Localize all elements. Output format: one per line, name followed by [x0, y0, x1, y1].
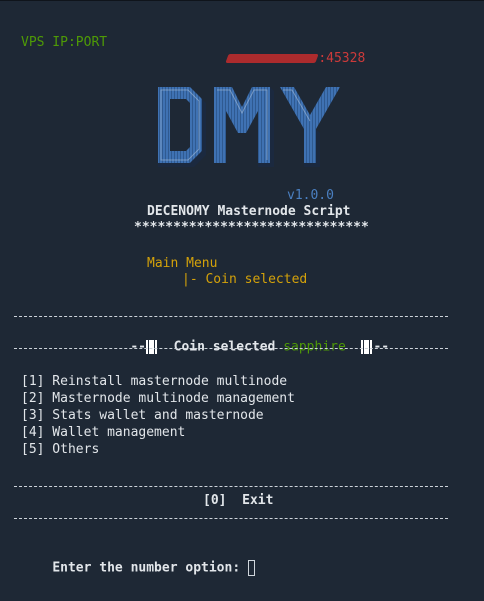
option-1[interactable]: [1] Reinstall masternode multinode — [21, 374, 287, 390]
option-3[interactable]: [3] Stats wallet and masternode — [21, 408, 264, 424]
exit-option[interactable]: [0] Exit — [203, 493, 273, 509]
divider-exit-top — [14, 486, 448, 488]
text-cursor[interactable] — [247, 560, 255, 576]
terminal-window[interactable]: VPS IP:PORT :45328 v1.0.0 DECENOMY Maste… — [0, 0, 484, 601]
divider-exit-bottom — [14, 518, 448, 520]
redacted-ip-mark — [225, 54, 319, 63]
option-4[interactable]: [4] Wallet management — [21, 425, 185, 441]
banner-label: Coin selected — [173, 339, 276, 355]
selected-coin: sapphire — [283, 339, 346, 355]
menu-title: Main Menu — [147, 256, 218, 271]
stars-divider: ****************************** — [134, 220, 369, 235]
coin-banner: -- Coin selected sapphire -- — [99, 323, 389, 355]
banner-prefix: -- — [130, 339, 146, 355]
script-title: DECENOMY Masternode Script — [147, 204, 351, 219]
input-prompt: Enter the number option: — [21, 544, 255, 576]
divider-bottom — [14, 348, 448, 350]
vps-port: :45328 — [318, 51, 366, 66]
option-5[interactable]: [5] Others — [21, 442, 99, 458]
option-2[interactable]: [2] Masternode multinode management — [21, 391, 295, 407]
bars-icon-right — [361, 339, 373, 355]
vps-address: :45328 — [196, 35, 365, 66]
dmy-logo — [158, 87, 340, 167]
version-label: v1.0.0 — [287, 188, 334, 203]
divider-top — [14, 316, 448, 318]
vps-label: VPS IP:PORT — [21, 35, 108, 50]
menu-breadcrumb: |- Coin selected — [182, 272, 308, 287]
prompt-label: Enter the number option: — [52, 560, 248, 576]
bars-icon-left — [145, 339, 158, 355]
banner-suffix: -- — [373, 339, 390, 355]
